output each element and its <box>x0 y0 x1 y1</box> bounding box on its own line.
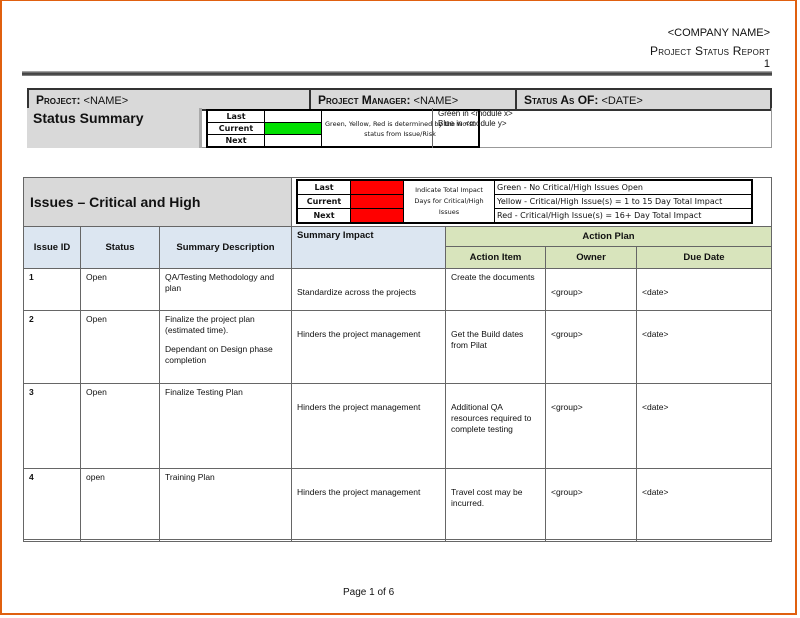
col-header-issue-id: Issue ID <box>23 226 81 269</box>
footer-page-label: Page 1 of 6 <box>343 587 395 598</box>
issue-impact: Hinders the project management <box>291 468 446 542</box>
status-summary-title: Status Summary <box>27 108 202 148</box>
status-next-swatch <box>264 134 322 148</box>
issues-table: Issue ID Status Summary Description Summ… <box>23 226 772 542</box>
table-row: 4 open Training Plan Hinders the project… <box>23 468 772 542</box>
issue-owner: <group> <box>545 268 637 311</box>
module-legend-line: Blue in <module y> <box>438 119 507 128</box>
col-header-due-date: Due Date <box>636 246 772 269</box>
col-header-status: Status <box>80 226 160 269</box>
impact-legend-red: Red - Critical/High Issue(s) = 16+ Day T… <box>494 208 753 224</box>
issue-description-text: QA/Testing Methodology and plan <box>165 272 275 293</box>
manager-label: Project Manager: <box>318 92 411 107</box>
impact-legend-green: Green - No Critical/High Issues Open <box>494 179 753 195</box>
issue-owner: <group> <box>545 383 637 469</box>
issue-due: <date> <box>636 310 772 384</box>
header-page-number: 1 <box>763 58 770 70</box>
manager-cell: Project Manager: <NAME> <box>309 88 517 111</box>
impact-next-label: Next <box>296 208 351 224</box>
issue-status: Open <box>80 268 160 311</box>
issue-description: Finalize the project plan (estimated tim… <box>159 310 292 384</box>
module-legend: Green in <module x> Blue in <module y> <box>438 109 513 129</box>
issue-impact: Standardize across the projects <box>291 268 446 311</box>
issue-action: Travel cost may be incurred. <box>445 468 546 542</box>
impact-legend-yellow: Yellow - Critical/High Issue(s) = 1 to 1… <box>494 194 753 209</box>
issue-status: open <box>80 468 160 542</box>
issue-impact: Hinders the project management <box>291 383 446 469</box>
issue-description: Training Plan <box>159 468 292 542</box>
impact-next-swatch <box>350 208 404 224</box>
project-value: <NAME> <box>83 94 129 107</box>
issue-description: QA/Testing Methodology and plan <box>159 268 292 311</box>
col-header-owner: Owner <box>545 246 637 269</box>
issue-id: 1 <box>23 268 81 311</box>
module-legend-line: Green in <module x> <box>438 109 513 118</box>
status-as-of-label: Status As OF: <box>524 92 599 107</box>
impact-last-label: Last <box>296 179 351 195</box>
issue-description-text: Finalize Testing Plan <box>165 387 243 397</box>
impact-note: Indicate Total Impact Days for Critical/… <box>403 179 495 224</box>
issue-action: Additional QA resources required to comp… <box>445 383 546 469</box>
issue-due: <date> <box>636 468 772 542</box>
status-as-of-value: <DATE> <box>601 94 643 107</box>
report-title: Project Status Report <box>650 44 770 58</box>
col-header-action-item: Action Item <box>445 246 546 269</box>
issue-id: 2 <box>23 310 81 384</box>
impact-last-swatch <box>350 179 404 195</box>
impact-indicator: Last Indicate Total Impact Days for Crit… <box>296 179 753 224</box>
header-rule <box>22 71 772 76</box>
issue-description-text: Finalize the project plan (estimated tim… <box>165 314 255 335</box>
col-header-summary-impact: Summary Impact <box>291 226 446 269</box>
issue-description-note: Dependant on Design phase completion <box>165 344 273 365</box>
project-label: Project: <box>36 92 81 107</box>
legend-divider <box>432 108 433 148</box>
issue-description-text: Training Plan <box>165 472 215 482</box>
table-row: 2 Open Finalize the project plan (estima… <box>23 310 772 384</box>
issue-owner: <group> <box>545 310 637 384</box>
col-header-summary-description: Summary Description <box>159 226 292 269</box>
issue-action: Create the documents <box>445 268 546 311</box>
issue-due: <date> <box>636 268 772 311</box>
issue-id: 4 <box>23 468 81 542</box>
issue-description: Finalize Testing Plan <box>159 383 292 469</box>
status-current-label: Current <box>206 122 265 135</box>
issue-owner: <group> <box>545 468 637 542</box>
manager-value: <NAME> <box>413 94 459 107</box>
impact-current-label: Current <box>296 194 351 209</box>
status-as-of-cell: Status As OF: <DATE> <box>515 88 772 111</box>
issue-due: <date> <box>636 383 772 469</box>
issue-impact: Hinders the project management <box>291 310 446 384</box>
status-last-label: Last <box>206 109 265 123</box>
project-cell: Project: <NAME> <box>27 88 311 111</box>
table-row: 1 Open QA/Testing Methodology and plan S… <box>23 268 772 311</box>
issue-status: Open <box>80 383 160 469</box>
status-next-label: Next <box>206 134 265 148</box>
company-name: <COMPANY NAME> <box>667 27 770 39</box>
table-row: 3 Open Finalize Testing Plan Hinders the… <box>23 383 772 469</box>
status-last-swatch <box>264 109 322 123</box>
issue-action: Get the Build dates from Pilat <box>445 310 546 384</box>
status-current-swatch <box>264 122 322 135</box>
issues-title: Issues – Critical and High <box>24 178 292 226</box>
impact-current-swatch <box>350 194 404 209</box>
issue-id: 3 <box>23 383 81 469</box>
col-header-action-plan: Action Plan <box>445 226 772 247</box>
issue-status: Open <box>80 310 160 384</box>
